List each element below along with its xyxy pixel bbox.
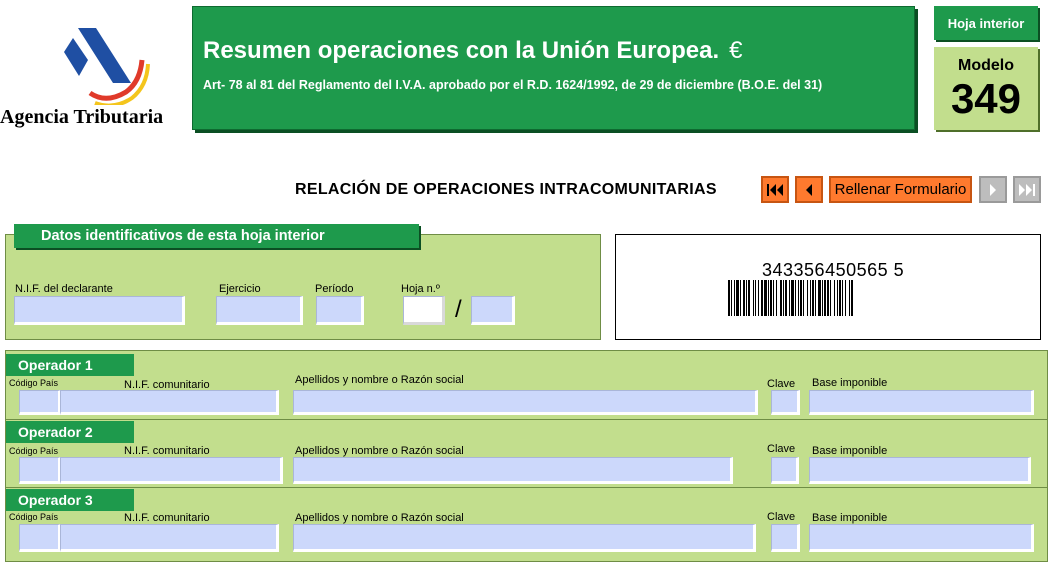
operator-1-base-label: Base imponible — [812, 377, 888, 389]
operator-3-codigo-pais-label: Código País — [9, 512, 59, 522]
operator-1-title: Operador 1 — [6, 354, 134, 376]
operator-1-nombre-field[interactable] — [293, 390, 758, 415]
operator-2-codigo-pais-label: Código País — [9, 446, 59, 456]
header-banner: Resumen operaciones con la Unión Europea… — [192, 6, 915, 130]
barcode-box: 343356450565 5 — [615, 234, 1041, 340]
sheet-type-badge: Hoja interior — [934, 6, 1038, 40]
agencia-tributaria-logo: Agencia Tributaria — [0, 0, 192, 135]
model-label: Modelo — [958, 57, 1014, 74]
operator-3-clave-field[interactable] — [771, 524, 800, 552]
operator-2-nombre-label: Apellidos y nombre o Razón social — [295, 445, 464, 457]
fill-form-button[interactable]: Rellenar Formulario — [829, 176, 972, 203]
operator-1-base-field[interactable] — [809, 390, 1034, 415]
operator-2-base-field[interactable] — [809, 457, 1031, 484]
operator-2-clave-label: Clave — [767, 443, 796, 455]
operator-3-clave-label: Clave — [767, 511, 796, 523]
barcode-icon — [728, 280, 853, 316]
periodo-field[interactable] — [316, 296, 364, 325]
operator-1-codigo-pais-label: Código País — [9, 378, 59, 388]
operator-2-title: Operador 2 — [6, 421, 134, 443]
operator-2-codigo-pais-field[interactable] — [19, 457, 61, 484]
operator-divider — [6, 419, 1047, 420]
skip-last-icon — [1019, 183, 1035, 196]
operator-3-base-label: Base imponible — [812, 512, 888, 524]
previous-page-button[interactable] — [795, 176, 823, 203]
hoja-separator: / — [455, 296, 462, 323]
periodo-label: Período — [315, 283, 354, 295]
operator-3-nombre-field[interactable] — [293, 524, 756, 552]
next-icon — [990, 183, 996, 196]
hoja-label: Hoja n.º — [401, 283, 440, 295]
operator-1-nombre-label: Apellidos y nombre o Razón social — [295, 374, 464, 386]
section-title: RELACIÓN DE OPERACIONES INTRACOMUNITARIA… — [295, 181, 717, 198]
skip-first-icon — [767, 183, 783, 196]
model-badge: Modelo 349 — [934, 47, 1038, 130]
operator-1-codigo-pais-field[interactable] — [19, 390, 61, 415]
next-page-button[interactable] — [979, 176, 1007, 203]
hoja-total-field[interactable] — [471, 296, 515, 325]
page-title: Resumen operaciones con la Unión Europea… — [203, 37, 742, 65]
operator-1-clave-label: Clave — [767, 378, 796, 390]
logo-emblem-icon — [64, 28, 150, 105]
datos-tab-label: Datos identificativos de esta hoja inter… — [14, 224, 419, 248]
datos-identificativos-panel: N.I.F. del declarante Ejercicio Período … — [5, 234, 601, 340]
hoja-number-field[interactable] — [403, 296, 445, 325]
ejercicio-label: Ejercicio — [219, 283, 261, 295]
prev-icon — [806, 183, 812, 196]
operator-3-title: Operador 3 — [6, 489, 134, 511]
agency-name: Agencia Tributaria — [0, 106, 164, 128]
operator-2-nif-label: N.I.F. comunitario — [124, 445, 210, 457]
operator-3-nif-label: N.I.F. comunitario — [124, 512, 210, 524]
nif-declarante-label: N.I.F. del declarante — [15, 283, 113, 295]
first-page-button[interactable] — [761, 176, 789, 203]
title-text: Resumen operaciones con la Unión Europea… — [203, 37, 720, 64]
page-subtitle: Art- 78 al 81 del Reglamento del I.V.A. … — [203, 78, 823, 92]
operator-1-clave-field[interactable] — [771, 390, 800, 415]
operator-2-nombre-field[interactable] — [293, 457, 733, 484]
operator-2-clave-field[interactable] — [771, 457, 799, 484]
operator-1-nif-field[interactable] — [60, 390, 279, 415]
last-page-button[interactable] — [1013, 176, 1041, 203]
nif-declarante-field[interactable] — [14, 296, 185, 325]
operator-2-nif-field[interactable] — [60, 457, 283, 484]
operator-2-base-label: Base imponible — [812, 445, 888, 457]
operator-divider — [6, 487, 1047, 488]
operator-3-base-field[interactable] — [809, 524, 1034, 552]
euro-icon: € — [729, 37, 743, 64]
ejercicio-field[interactable] — [216, 296, 303, 325]
model-number: 349 — [950, 75, 1022, 122]
operator-3-nif-field[interactable] — [60, 524, 279, 552]
operator-3-nombre-label: Apellidos y nombre o Razón social — [295, 512, 464, 524]
barcode-number: 343356450565 5 — [762, 260, 905, 280]
operator-3-codigo-pais-field[interactable] — [19, 524, 61, 552]
